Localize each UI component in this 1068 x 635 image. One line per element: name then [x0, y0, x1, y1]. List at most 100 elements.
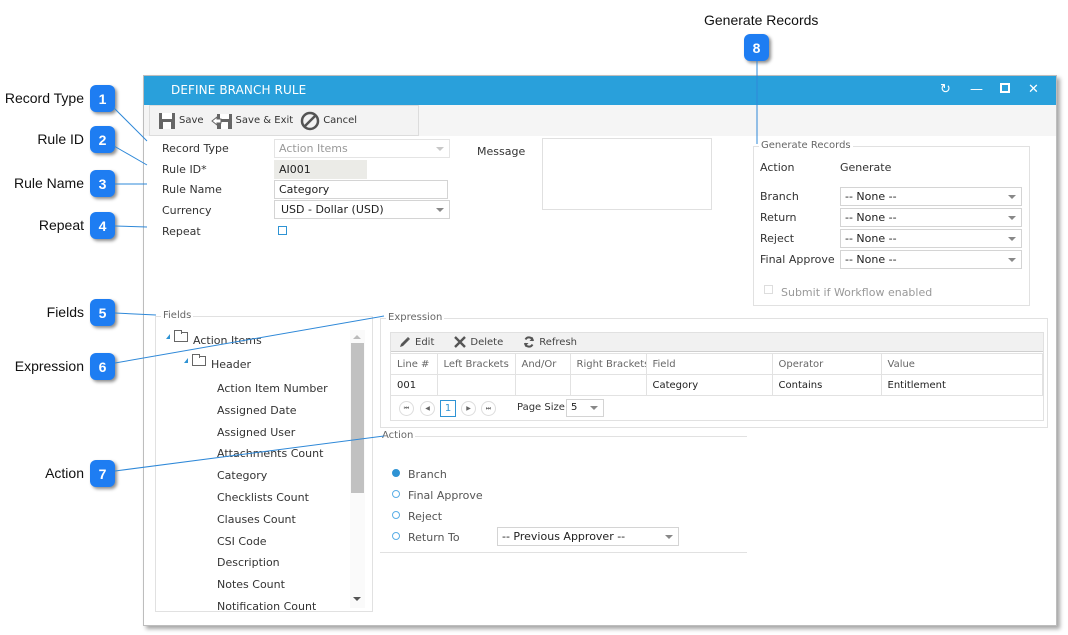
callout-badge-4: 4: [90, 212, 115, 239]
rule-name-label: Rule Name: [162, 183, 222, 196]
minimize-icon[interactable]: —: [970, 82, 983, 97]
last-page-button[interactable]: ⏭: [481, 401, 496, 416]
record-type-label: Record Type: [162, 142, 229, 155]
toolbar-strip: Save Save & Exit Cancel: [144, 105, 1056, 136]
delete-x-icon: [454, 336, 467, 348]
record-type-select[interactable]: Action Items: [274, 139, 450, 158]
column-header[interactable]: And/Or: [514, 353, 571, 375]
field-item[interactable]: Action Item Number: [217, 382, 328, 395]
tree-node-action-items[interactable]: Action Items: [193, 334, 262, 347]
chevron-down-icon: [665, 535, 673, 539]
expression-table: Line # Left Brackets And/Or Right Bracke…: [391, 353, 1043, 396]
return-generate-select[interactable]: -- None --: [840, 208, 1022, 227]
page-size-select[interactable]: 5: [566, 399, 604, 417]
close-icon[interactable]: ✕: [1028, 82, 1039, 97]
cancel-label: Cancel: [323, 115, 358, 126]
return-generate-value: -- None --: [845, 211, 897, 224]
field-item[interactable]: Clauses Count: [217, 513, 296, 526]
field-item[interactable]: Notes Count: [217, 578, 285, 591]
submit-workflow-checkbox[interactable]: [764, 285, 773, 294]
pencil-icon: [400, 337, 410, 347]
reject-generate-select[interactable]: -- None --: [840, 229, 1022, 248]
return-generate-label: Return: [760, 211, 797, 224]
save-label: Save: [179, 115, 204, 126]
rule-id-label: Rule ID*: [162, 163, 207, 176]
field-item[interactable]: Description: [217, 556, 280, 569]
maximize-icon[interactable]: [1000, 83, 1010, 93]
callout-badge-7: 7: [90, 460, 115, 487]
callout-badge-8: 8: [744, 34, 769, 61]
message-textarea[interactable]: [542, 138, 712, 210]
field-item[interactable]: Attachments Count: [217, 447, 323, 460]
branch-generate-select[interactable]: -- None --: [840, 187, 1022, 206]
return-to-select[interactable]: -- Previous Approver --: [497, 527, 679, 546]
first-page-button[interactable]: ⏮: [399, 401, 414, 416]
currency-select[interactable]: USD - Dollar (USD): [274, 200, 450, 219]
rule-name-input[interactable]: Category: [274, 180, 448, 199]
field-item[interactable]: Category: [217, 469, 267, 482]
save-exit-button[interactable]: Save & Exit: [210, 112, 294, 130]
delete-button[interactable]: Delete: [454, 336, 503, 348]
field-item[interactable]: Notification Count: [217, 600, 316, 612]
column-header[interactable]: Operator: [771, 353, 882, 375]
generate-action-header: Action: [760, 161, 795, 174]
edit-button[interactable]: Edit: [399, 336, 434, 348]
scroll-down-icon[interactable]: [353, 597, 361, 601]
expression-header-row: Line # Left Brackets And/Or Right Bracke…: [391, 353, 1043, 375]
save-exit-label: Save & Exit: [235, 115, 294, 126]
refresh-button[interactable]: Refresh: [523, 336, 577, 348]
refresh-icon[interactable]: ↻: [940, 82, 951, 97]
table-row[interactable]: 001 Category Contains Entitlement: [391, 374, 1043, 396]
cancel-button[interactable]: Cancel: [300, 111, 357, 131]
chevron-down-icon: [436, 208, 444, 212]
column-header[interactable]: Right Brackets: [569, 353, 647, 375]
prev-page-button[interactable]: ◀: [420, 401, 435, 416]
rule-id-value: AI001: [279, 163, 311, 176]
cell-and-or: [514, 374, 571, 396]
field-item[interactable]: CSI Code: [217, 535, 267, 548]
return-to-value: -- Previous Approver --: [502, 530, 626, 543]
callout-label-expression: Expression: [14, 358, 84, 374]
message-label: Message: [477, 145, 526, 158]
folder-icon: [192, 354, 206, 366]
final-approve-generate-value: -- None --: [845, 253, 897, 266]
fields-group: Fields Action Items Header Action Item N…: [155, 310, 373, 612]
radio-reject[interactable]: [392, 511, 400, 519]
page-size-label: Page Size: [517, 402, 565, 413]
scroll-up-icon[interactable]: [353, 335, 361, 339]
column-header[interactable]: Left Brackets: [436, 353, 516, 375]
generate-generate-header: Generate: [840, 161, 892, 174]
current-page[interactable]: 1: [440, 400, 456, 417]
edit-label: Edit: [415, 336, 435, 348]
column-header[interactable]: Field: [645, 353, 773, 375]
cell-left-brackets: [436, 374, 516, 396]
column-header[interactable]: Line #: [391, 353, 438, 375]
title-bar: DEFINE BRANCH RULE ↻ — ✕: [144, 76, 1056, 105]
column-header[interactable]: Value: [880, 353, 1043, 375]
fields-scrollbar[interactable]: [350, 330, 365, 608]
final-approve-generate-select[interactable]: -- None --: [840, 250, 1022, 269]
reject-generate-value: -- None --: [845, 232, 897, 245]
radio-final-approve[interactable]: [392, 490, 400, 498]
field-item[interactable]: Checklists Count: [217, 491, 309, 504]
chevron-down-icon: [1008, 237, 1016, 241]
next-page-button[interactable]: ▶: [461, 401, 476, 416]
expand-toggle-icon[interactable]: [166, 334, 170, 339]
save-button[interactable]: Save: [158, 112, 204, 130]
cell-line: 001: [391, 374, 438, 396]
expression-grid-toolbar: Edit Delete Refresh: [391, 333, 1043, 352]
radio-return-to[interactable]: [392, 532, 400, 540]
field-item[interactable]: Assigned Date: [217, 404, 297, 417]
rule-id-field: AI001: [274, 160, 367, 179]
field-item[interactable]: Assigned User: [217, 426, 295, 439]
repeat-checkbox[interactable]: [278, 226, 287, 235]
callout-label-rule-name: Rule Name: [13, 175, 84, 191]
refresh-icon: [524, 336, 535, 348]
tree-node-header[interactable]: Header: [211, 358, 251, 371]
expand-toggle-icon[interactable]: [184, 358, 188, 363]
branch-generate-value: -- None --: [845, 190, 897, 203]
radio-branch[interactable]: [392, 469, 400, 477]
page-size-value: 5: [571, 402, 578, 413]
scroll-thumb[interactable]: [351, 343, 364, 493]
currency-label: Currency: [162, 204, 212, 217]
